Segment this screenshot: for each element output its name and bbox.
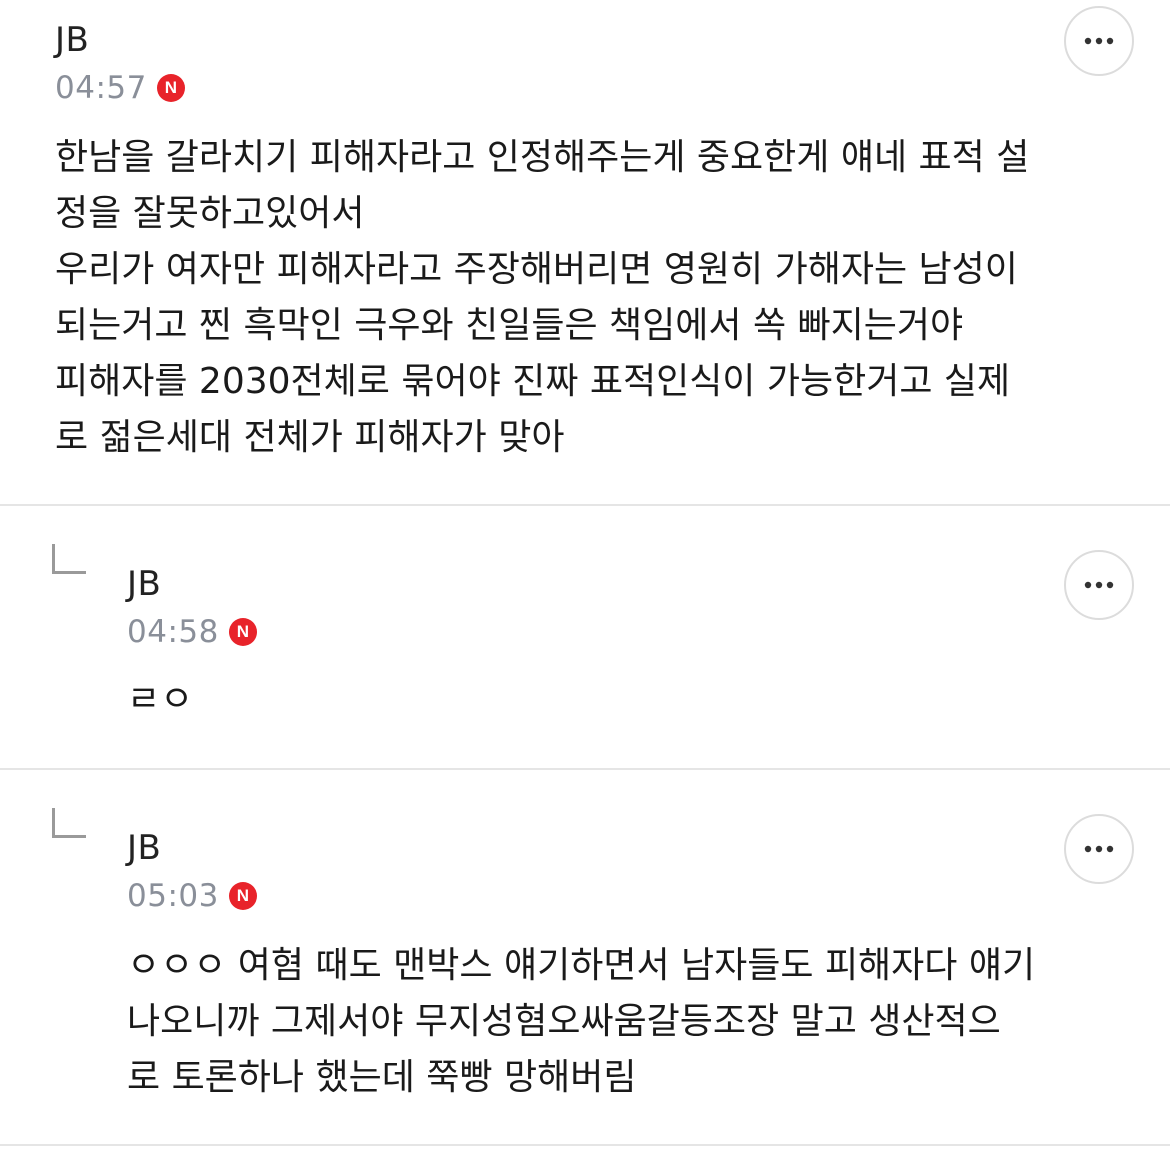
- comment-author[interactable]: JB: [127, 564, 161, 604]
- reply-comment-item: JB 04:58 N ㄹㅇ: [0, 506, 1170, 770]
- more-options-button[interactable]: [1064, 814, 1134, 884]
- comment-meta: 04:57 N: [55, 70, 185, 106]
- reply-comment-item: JB 05:03 N ㅇㅇㅇ 여혐 때도 맨박스 얘기하면서 남자들도 피해자다…: [0, 770, 1170, 1146]
- comment-time: 04:57: [55, 70, 147, 106]
- new-badge-icon: N: [228, 882, 257, 910]
- new-badge-icon: N: [228, 618, 257, 646]
- comment-meta: 05:03 N: [127, 878, 257, 914]
- comment-text: ㅇㅇㅇ 여혐 때도 맨박스 얘기하면서 남자들도 피해자다 얘기 나오니까 그제…: [127, 945, 1036, 1098]
- comment-time: 04:58: [127, 614, 219, 650]
- new-badge-icon: N: [156, 74, 185, 102]
- more-horizontal-icon: [1084, 581, 1114, 589]
- comment-author[interactable]: JB: [127, 828, 161, 868]
- comment-author[interactable]: JB: [55, 20, 89, 60]
- comment-time: 05:03: [127, 878, 219, 914]
- reply-arrow-icon: [52, 808, 86, 838]
- more-horizontal-icon: [1084, 845, 1114, 853]
- comment-item: JB 04:57 N 한남을 갈라치기 피해자라고 인정해주는게 중요한게 얘네…: [0, 0, 1170, 506]
- comment-text: 한남을 갈라치기 피해자라고 인정해주는게 중요한게 얘네 표적 설 정을 잘못…: [55, 137, 1030, 458]
- reply-arrow-icon: [52, 544, 86, 574]
- comment-text: ㄹㅇ: [127, 679, 194, 720]
- more-options-button[interactable]: [1064, 6, 1134, 76]
- comment-meta: 04:58 N: [127, 614, 257, 650]
- more-horizontal-icon: [1084, 37, 1114, 45]
- more-options-button[interactable]: [1064, 550, 1134, 620]
